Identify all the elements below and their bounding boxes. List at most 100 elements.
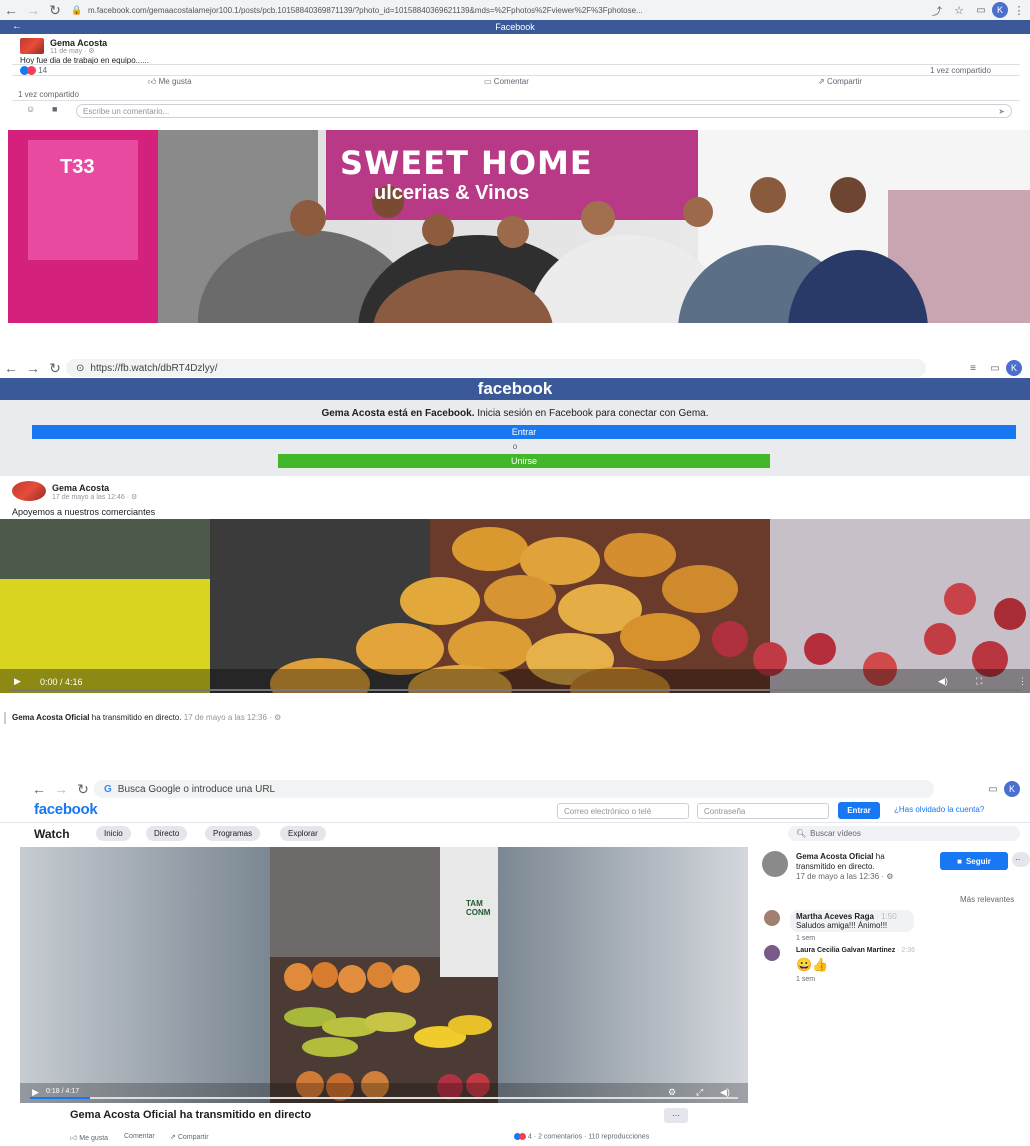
follow-button[interactable]: ■ Seguir xyxy=(940,852,1008,870)
password-field[interactable]: Contraseña xyxy=(697,803,829,819)
star-icon[interactable]: ☆ xyxy=(948,4,970,17)
market-video-frame xyxy=(20,847,748,1103)
comment-sort[interactable]: Más relevantes xyxy=(960,895,1014,904)
login-button[interactable]: Entrar xyxy=(32,425,1016,439)
profile-avatar[interactable]: K xyxy=(1006,360,1022,376)
forward-icon[interactable]: → xyxy=(50,781,72,797)
comment-author[interactable]: Martha Aceves Raga xyxy=(796,912,874,921)
settings-icon[interactable]: ⚙ xyxy=(668,1087,676,1098)
playlist-icon[interactable]: ≡ xyxy=(962,363,984,374)
facebook-logo[interactable]: facebook xyxy=(34,801,98,818)
avatar[interactable] xyxy=(764,945,780,961)
play-button[interactable]: ▶ xyxy=(14,676,21,687)
more-options-button[interactable]: ··· xyxy=(664,1108,688,1123)
comment-time[interactable]: · 1:50 xyxy=(876,912,896,921)
window-icon[interactable]: ▭ xyxy=(982,784,1004,795)
camera-icon[interactable]: ■ xyxy=(52,104,57,114)
expand-icon[interactable]: ⤢ xyxy=(696,1087,703,1098)
tab-explorar[interactable]: Explorar xyxy=(280,826,326,841)
window-icon[interactable]: ▭ xyxy=(970,5,992,16)
tab-directo[interactable]: Directo xyxy=(146,826,188,841)
send-icon[interactable]: ➤ xyxy=(998,107,1005,116)
live-video-player[interactable]: ▶ 0:18 / 4:17 TAM CONM ⚙ ⤢ ◀) xyxy=(20,847,748,1103)
post-photo[interactable]: SWEET HOME ulcerias & Vinos T33 xyxy=(8,130,1030,323)
back-icon[interactable]: ← xyxy=(0,2,22,18)
smile-icon[interactable]: ☺ xyxy=(26,104,35,114)
facebook-logo[interactable]: facebook xyxy=(478,379,553,398)
volume-icon[interactable]: ◀) xyxy=(938,676,948,687)
play-button[interactable]: ▶ xyxy=(32,1087,39,1098)
avatar[interactable] xyxy=(12,481,46,501)
comment-age[interactable]: 1 sem xyxy=(796,935,815,942)
tab-programas[interactable]: Programas xyxy=(205,826,261,841)
share-arrow-icon: ⇗ xyxy=(818,77,825,86)
comment-button[interactable]: Comentar xyxy=(124,1133,155,1140)
shares-count[interactable]: 1 vez compartido xyxy=(930,66,991,75)
door-sign: T33 xyxy=(60,156,95,178)
like-button[interactable]: 👍︎ Me gusta xyxy=(70,1133,108,1142)
avatar[interactable] xyxy=(762,851,788,877)
fullscreen-icon[interactable]: ⛶ xyxy=(976,676,982,687)
reload-icon[interactable]: ↻ xyxy=(44,2,66,19)
share-arrow-icon: ⇗ xyxy=(170,1134,176,1141)
search-videos-input[interactable]: 🔍︎ Buscar vídeos xyxy=(788,826,1020,841)
more-options-icon[interactable]: ⋮ xyxy=(1018,676,1027,687)
video-player[interactable]: ▶ 0:00 / 4:16 ◀) ⛶ ⋮ xyxy=(0,519,1030,693)
video-time: 0:00 / 4:16 xyxy=(40,677,83,687)
comment-text: 😀👍 xyxy=(796,957,829,972)
comment-time[interactable]: · 2:36 xyxy=(897,947,915,954)
storefront-sign-subtitle: ulcerias & Vinos xyxy=(374,182,530,204)
back-arrow-icon[interactable]: ← xyxy=(12,20,22,34)
address-bar-2[interactable]: ⊙ https://fb.watch/dbRT4Dzlyy/ xyxy=(66,359,926,377)
comment-bubble: Martha Aceves Raga · 1:50 Saludos amiga!… xyxy=(790,910,914,932)
back-icon[interactable]: ← xyxy=(28,781,50,797)
signup-button[interactable]: Unirse xyxy=(278,454,770,468)
divider xyxy=(4,712,6,724)
window-icon[interactable]: ▭ xyxy=(984,363,1006,374)
comment-text: Saludos amiga!!! Ánimo!!! xyxy=(796,921,888,930)
comment-button[interactable]: ▭ Comentar xyxy=(484,77,529,86)
login-prompt: Gema Acosta está en Facebook. Inicia ses… xyxy=(321,408,709,419)
divider xyxy=(12,64,1020,65)
share-button[interactable]: ⇗ Compartir xyxy=(818,77,862,86)
video-time: 0:18 / 4:17 xyxy=(46,1088,80,1095)
post-date[interactable]: 17 de mayo a las 12:46 · ⚙ xyxy=(52,493,137,501)
menu-icon[interactable]: ⋮ xyxy=(1008,4,1030,17)
post-author[interactable]: Gema Acosta xyxy=(52,483,109,493)
share-button[interactable]: ⇗ Compartir xyxy=(170,1133,209,1141)
facebook-mobile-header: ← Facebook xyxy=(0,20,1030,34)
reload-icon[interactable]: ↻ xyxy=(44,360,66,377)
live-broadcast-note: Gema Acosta Oficial ha transmitido en di… xyxy=(12,713,282,722)
avatar[interactable] xyxy=(764,910,780,926)
profile-avatar[interactable]: K xyxy=(992,2,1008,18)
reload-icon[interactable]: ↻ xyxy=(72,781,94,798)
address-bar-1[interactable]: m.facebook.com/gemaacostalamejor100.1/po… xyxy=(88,6,888,15)
forward-icon[interactable]: → xyxy=(22,360,44,376)
search-icon: 🔍︎ xyxy=(796,829,807,838)
browser-toolbar-1: ← → ↻ 🔒 m.facebook.com/gemaacostalamejor… xyxy=(0,0,1030,20)
omnibox[interactable]: G Busca Google o introduce una URL xyxy=(94,780,934,798)
site-info-icon[interactable]: ⊙ xyxy=(76,363,84,374)
avatar[interactable] xyxy=(20,38,44,54)
share-icon[interactable]: ⤴ xyxy=(926,3,948,18)
post-date[interactable]: 11 de may · ⚙ xyxy=(50,47,95,55)
email-field[interactable]: Correo electrónico o telé xyxy=(557,803,689,819)
comment-input[interactable]: Escribe un comentario... ➤ xyxy=(76,104,1012,118)
browser-toolbar-2: ← → ↻ ⊙ https://fb.watch/dbRT4Dzlyy/ ≡ ▭… xyxy=(0,357,1030,379)
thumbs-up-icon: 👍︎ xyxy=(70,1135,78,1142)
forgot-account-link[interactable]: ¿Has olvidado la cuenta? xyxy=(894,805,984,814)
or-separator: o xyxy=(512,442,518,451)
reactions-summary[interactable]: 14 xyxy=(20,66,47,76)
like-button[interactable]: 👍︎ Me gusta xyxy=(148,77,192,87)
more-options-button[interactable]: ·· xyxy=(1012,852,1030,867)
volume-icon[interactable]: ◀) xyxy=(720,1087,730,1098)
tab-inicio[interactable]: Inicio xyxy=(96,826,131,841)
video-stats[interactable]: 4 · 2 comentarios · 110 reproducciones xyxy=(514,1133,649,1140)
comment-age[interactable]: 1 sem xyxy=(796,976,815,983)
lock-icon: 🔒 xyxy=(71,4,83,15)
profile-avatar[interactable]: K xyxy=(1004,781,1020,797)
back-icon[interactable]: ← xyxy=(0,360,22,376)
login-button[interactable]: Entrar xyxy=(838,802,880,819)
google-icon: G xyxy=(104,783,112,795)
forward-icon[interactable]: → xyxy=(22,2,44,18)
